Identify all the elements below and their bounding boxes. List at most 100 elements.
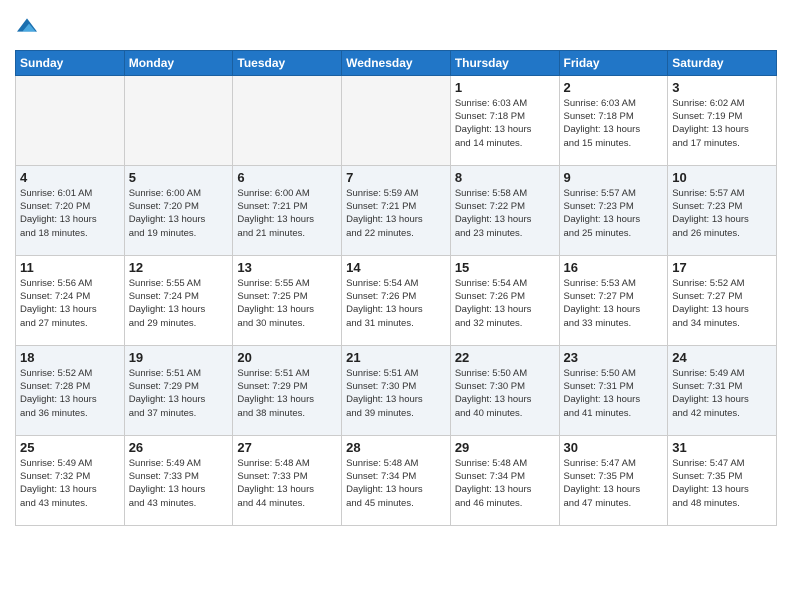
cell-info: Sunrise: 5:56 AMSunset: 7:24 PMDaylight:…	[20, 277, 120, 330]
calendar-cell	[342, 75, 451, 165]
calendar-cell	[16, 75, 125, 165]
calendar-cell: 9Sunrise: 5:57 AMSunset: 7:23 PMDaylight…	[559, 165, 668, 255]
weekday-header: Saturday	[668, 50, 777, 75]
day-number: 17	[672, 260, 772, 275]
calendar-week-row: 25 Sunrise: 5:49 AMSunset: 7:32 PMDayligh…	[16, 435, 777, 525]
calendar-cell: 6 Sunrise: 6:00 AMSunset: 7:21 PMDaylight…	[233, 165, 342, 255]
calendar-cell: 21 Sunrise: 5:51 AMSunset: 7:30 PMDayligh…	[342, 345, 451, 435]
day-number: 31	[672, 440, 772, 455]
logo-icon	[17, 15, 37, 35]
cell-info: Sunrise: 6:00 AMSunset: 7:21 PMDaylight:…	[237, 187, 337, 240]
weekday-header: Friday	[559, 50, 668, 75]
cell-info: Sunrise: 5:51 AMSunset: 7:30 PMDaylight:…	[346, 367, 446, 420]
day-number: 30	[564, 440, 664, 455]
calendar-cell: 26 Sunrise: 5:49 AMSunset: 7:33 PMDayligh…	[124, 435, 233, 525]
cell-info: Sunrise: 5:48 AMSunset: 7:34 PMDaylight:…	[455, 457, 555, 510]
calendar-cell: 10Sunrise: 5:57 AMSunset: 7:23 PMDayligh…	[668, 165, 777, 255]
calendar-cell: 13Sunrise: 5:55 AMSunset: 7:25 PMDayligh…	[233, 255, 342, 345]
calendar-cell: 19 Sunrise: 5:51 AMSunset: 7:29 PMDayligh…	[124, 345, 233, 435]
day-number: 2	[564, 80, 664, 95]
day-number: 7	[346, 170, 446, 185]
weekday-header: Sunday	[16, 50, 125, 75]
calendar-week-row: 18 Sunrise: 5:52 AMSunset: 7:28 PMDayligh…	[16, 345, 777, 435]
calendar-cell: 14Sunrise: 5:54 AMSunset: 7:26 PMDayligh…	[342, 255, 451, 345]
calendar-week-row: 1 Sunrise: 6:03 AMSunset: 7:18 PMDaylight…	[16, 75, 777, 165]
cell-info: Sunrise: 5:50 AMSunset: 7:31 PMDaylight:…	[564, 367, 664, 420]
calendar-cell: 12 Sunrise: 5:55 AMSunset: 7:24 PMDayligh…	[124, 255, 233, 345]
calendar-cell: 23 Sunrise: 5:50 AMSunset: 7:31 PMDayligh…	[559, 345, 668, 435]
day-number: 28	[346, 440, 446, 455]
day-number: 18	[20, 350, 120, 365]
calendar-cell: 20 Sunrise: 5:51 AMSunset: 7:29 PMDayligh…	[233, 345, 342, 435]
day-number: 3	[672, 80, 772, 95]
calendar-cell: 29Sunrise: 5:48 AMSunset: 7:34 PMDayligh…	[450, 435, 559, 525]
day-number: 27	[237, 440, 337, 455]
day-number: 16	[564, 260, 664, 275]
day-number: 26	[129, 440, 229, 455]
calendar-header-row: SundayMondayTuesdayWednesdayThursdayFrid…	[16, 50, 777, 75]
day-number: 15	[455, 260, 555, 275]
calendar-cell: 4 Sunrise: 6:01 AMSunset: 7:20 PMDaylight…	[16, 165, 125, 255]
calendar-cell: 24 Sunrise: 5:49 AMSunset: 7:31 PMDayligh…	[668, 345, 777, 435]
cell-info: Sunrise: 6:01 AMSunset: 7:20 PMDaylight:…	[20, 187, 120, 240]
cell-info: Sunrise: 5:52 AMSunset: 7:28 PMDaylight:…	[20, 367, 120, 420]
logo-text	[15, 15, 37, 40]
day-number: 9	[564, 170, 664, 185]
cell-info: Sunrise: 5:50 AMSunset: 7:30 PMDaylight:…	[455, 367, 555, 420]
calendar-week-row: 4 Sunrise: 6:01 AMSunset: 7:20 PMDaylight…	[16, 165, 777, 255]
day-number: 19	[129, 350, 229, 365]
weekday-header: Thursday	[450, 50, 559, 75]
calendar-cell: 2 Sunrise: 6:03 AMSunset: 7:18 PMDaylight…	[559, 75, 668, 165]
cell-info: Sunrise: 5:53 AMSunset: 7:27 PMDaylight:…	[564, 277, 664, 330]
day-number: 25	[20, 440, 120, 455]
cell-info: Sunrise: 6:03 AMSunset: 7:18 PMDaylight:…	[564, 97, 664, 150]
cell-info: Sunrise: 5:55 AMSunset: 7:24 PMDaylight:…	[129, 277, 229, 330]
cell-info: Sunrise: 5:48 AMSunset: 7:34 PMDaylight:…	[346, 457, 446, 510]
calendar-cell: 30 Sunrise: 5:47 AMSunset: 7:35 PMDayligh…	[559, 435, 668, 525]
cell-info: Sunrise: 5:55 AMSunset: 7:25 PMDaylight:…	[237, 277, 337, 330]
calendar-cell	[124, 75, 233, 165]
calendar-cell: 8Sunrise: 5:58 AMSunset: 7:22 PMDaylight…	[450, 165, 559, 255]
calendar-cell	[233, 75, 342, 165]
cell-info: Sunrise: 5:47 AMSunset: 7:35 PMDaylight:…	[672, 457, 772, 510]
calendar-cell: 27 Sunrise: 5:48 AMSunset: 7:33 PMDayligh…	[233, 435, 342, 525]
cell-info: Sunrise: 5:49 AMSunset: 7:32 PMDaylight:…	[20, 457, 120, 510]
calendar-cell: 31 Sunrise: 5:47 AMSunset: 7:35 PMDayligh…	[668, 435, 777, 525]
day-number: 6	[237, 170, 337, 185]
calendar-cell: 1 Sunrise: 6:03 AMSunset: 7:18 PMDaylight…	[450, 75, 559, 165]
day-number: 22	[455, 350, 555, 365]
cell-info: Sunrise: 5:52 AMSunset: 7:27 PMDaylight:…	[672, 277, 772, 330]
calendar-cell: 15 Sunrise: 5:54 AMSunset: 7:26 PMDayligh…	[450, 255, 559, 345]
day-number: 23	[564, 350, 664, 365]
calendar-cell: 11Sunrise: 5:56 AMSunset: 7:24 PMDayligh…	[16, 255, 125, 345]
day-number: 4	[20, 170, 120, 185]
cell-info: Sunrise: 6:00 AMSunset: 7:20 PMDaylight:…	[129, 187, 229, 240]
calendar-cell: 28 Sunrise: 5:48 AMSunset: 7:34 PMDayligh…	[342, 435, 451, 525]
day-number: 1	[455, 80, 555, 95]
weekday-header: Tuesday	[233, 50, 342, 75]
calendar-cell: 5 Sunrise: 6:00 AMSunset: 7:20 PMDaylight…	[124, 165, 233, 255]
cell-info: Sunrise: 5:51 AMSunset: 7:29 PMDaylight:…	[237, 367, 337, 420]
calendar-table: SundayMondayTuesdayWednesdayThursdayFrid…	[15, 50, 777, 526]
cell-info: Sunrise: 6:03 AMSunset: 7:18 PMDaylight:…	[455, 97, 555, 150]
calendar-week-row: 11Sunrise: 5:56 AMSunset: 7:24 PMDayligh…	[16, 255, 777, 345]
day-number: 8	[455, 170, 555, 185]
cell-info: Sunrise: 5:47 AMSunset: 7:35 PMDaylight:…	[564, 457, 664, 510]
calendar-cell: 22 Sunrise: 5:50 AMSunset: 7:30 PMDayligh…	[450, 345, 559, 435]
day-number: 24	[672, 350, 772, 365]
day-number: 12	[129, 260, 229, 275]
day-number: 20	[237, 350, 337, 365]
cell-info: Sunrise: 5:54 AMSunset: 7:26 PMDaylight:…	[455, 277, 555, 330]
day-number: 14	[346, 260, 446, 275]
calendar-cell: 25 Sunrise: 5:49 AMSunset: 7:32 PMDayligh…	[16, 435, 125, 525]
cell-info: Sunrise: 5:48 AMSunset: 7:33 PMDaylight:…	[237, 457, 337, 510]
day-number: 21	[346, 350, 446, 365]
cell-info: Sunrise: 5:49 AMSunset: 7:31 PMDaylight:…	[672, 367, 772, 420]
logo	[15, 15, 37, 40]
cell-info: Sunrise: 5:49 AMSunset: 7:33 PMDaylight:…	[129, 457, 229, 510]
day-number: 5	[129, 170, 229, 185]
cell-info: Sunrise: 5:51 AMSunset: 7:29 PMDaylight:…	[129, 367, 229, 420]
page-header	[15, 15, 777, 40]
calendar-cell: 3Sunrise: 6:02 AMSunset: 7:19 PMDaylight…	[668, 75, 777, 165]
weekday-header: Wednesday	[342, 50, 451, 75]
